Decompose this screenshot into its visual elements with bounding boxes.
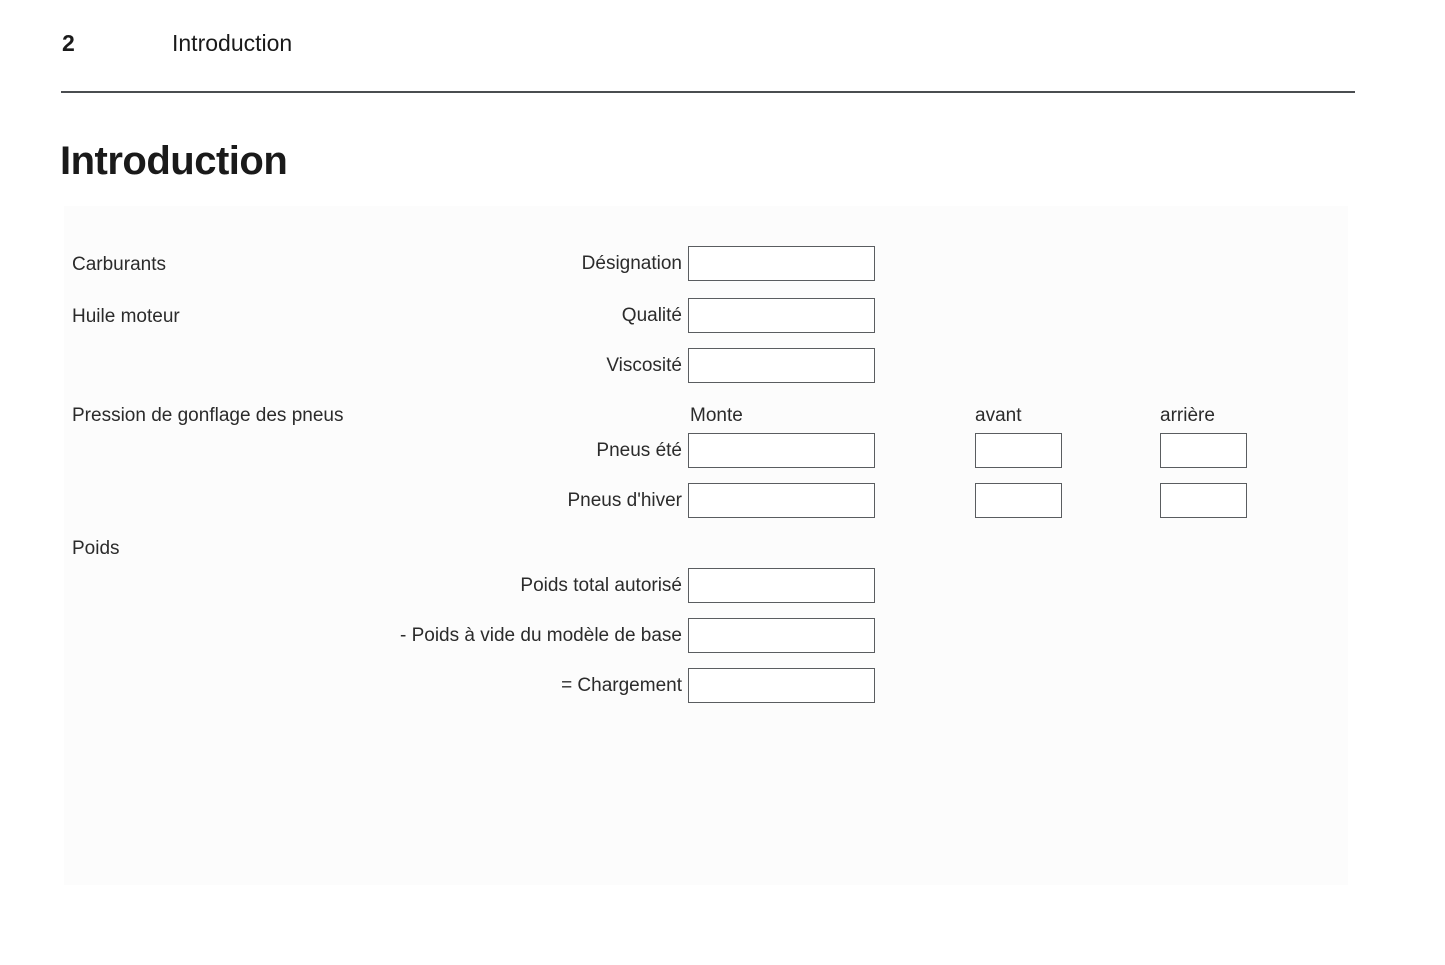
input-winter-rear[interactable]: [1160, 483, 1247, 518]
form-row-kerb-weight: - Poids à vide du modèle de base: [64, 618, 1348, 654]
form-row-weights-header: Poids: [64, 532, 1348, 568]
input-summer-front[interactable]: [975, 433, 1062, 468]
input-gross-weight[interactable]: [688, 568, 875, 603]
field-label-quality: Qualité: [621, 305, 682, 326]
input-payload[interactable]: [688, 668, 875, 703]
input-winter-mounting[interactable]: [688, 483, 875, 518]
header-divider: [61, 91, 1355, 93]
label-column: Pneus d'hiver: [64, 483, 682, 519]
column-header-mounting: Monte: [690, 405, 743, 426]
label-column: Viscosité: [64, 348, 682, 384]
label-column: = Chargement: [64, 668, 682, 704]
input-summer-rear[interactable]: [1160, 433, 1247, 468]
field-label-payload: = Chargement: [561, 675, 682, 696]
label-column: Désignation: [64, 246, 682, 282]
input-designation[interactable]: [688, 246, 875, 281]
page-title: Introduction: [60, 138, 288, 183]
field-label-summer-tyres: Pneus été: [596, 440, 682, 461]
label-column: - Poids à vide du modèle de base: [64, 618, 682, 654]
input-winter-front[interactable]: [975, 483, 1062, 518]
page-number: 2: [62, 30, 75, 56]
label-column: Qualité: [64, 298, 682, 334]
field-label-kerb-weight: - Poids à vide du modèle de base: [399, 625, 682, 646]
column-header-front: avant: [975, 405, 1022, 426]
form-row-winter-tyres: Pneus d'hiver: [64, 483, 1348, 519]
field-label-gross-weight: Poids total autorisé: [520, 575, 682, 596]
form-row-quality: Huile moteur Qualité: [64, 298, 1348, 334]
form-row-summer-tyres: Pneus été: [64, 433, 1348, 469]
form-row-viscosity: Viscosité: [64, 348, 1348, 384]
field-label-winter-tyres: Pneus d'hiver: [567, 490, 682, 511]
section-label-weights: Poids: [72, 538, 120, 559]
form-row-gross-weight: Poids total autorisé: [64, 568, 1348, 604]
chapter-title: Introduction: [172, 30, 293, 56]
field-label-designation: Désignation: [581, 253, 682, 274]
input-quality[interactable]: [688, 298, 875, 333]
input-summer-mounting[interactable]: [688, 433, 875, 468]
field-label-viscosity: Viscosité: [606, 355, 682, 376]
column-header-rear: arrière: [1160, 405, 1215, 426]
input-kerb-weight[interactable]: [688, 618, 875, 653]
form-row-tyre-pressure-header: Pression de gonflage des pneus Monte ava…: [64, 399, 1348, 435]
vehicle-data-form: Carburants Désignation Huile moteur Qual…: [64, 206, 1348, 885]
section-label-tyre-pressure: Pression de gonflage des pneus: [72, 405, 344, 426]
input-viscosity[interactable]: [688, 348, 875, 383]
form-row-payload: = Chargement: [64, 668, 1348, 704]
label-column: Pneus été: [64, 433, 682, 469]
form-row-designation: Carburants Désignation: [64, 246, 1348, 282]
running-head: 2 Introduction: [0, 30, 1445, 70]
label-column: Poids total autorisé: [64, 568, 682, 604]
